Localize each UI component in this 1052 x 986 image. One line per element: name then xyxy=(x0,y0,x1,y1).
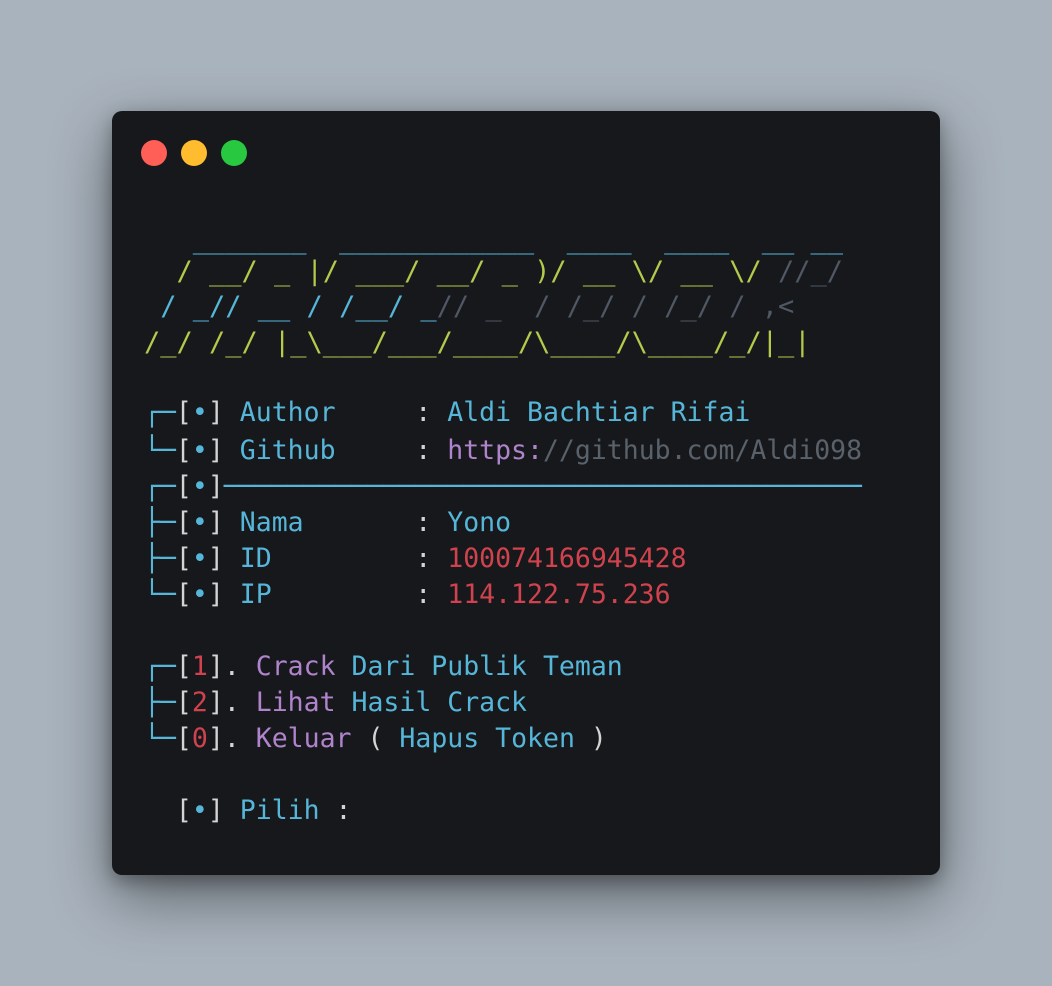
nama-label: Nama xyxy=(239,507,416,538)
separator-line: ──────────────────────────────────────── xyxy=(223,471,863,502)
banner-line-3: / _// __ / /__/ _// _ / /_/ / /_/ / ,< xyxy=(144,291,795,322)
maximize-window-button[interactable] xyxy=(221,140,247,166)
choice-prompt[interactable]: [•] Pilih : xyxy=(144,793,352,829)
separator-row: ┌─[•]───────────────────────────────────… xyxy=(144,471,863,502)
author-row: ┌─[•] Author : Aldi Bachtiar Rifai xyxy=(144,397,751,428)
terminal-window: _______ ____________ ____ ____ __ __ / _… xyxy=(112,111,940,875)
github-row: └─[•] Github : https://github.com/Aldi09… xyxy=(144,435,863,466)
id-label: ID xyxy=(239,543,416,574)
ip-label: IP xyxy=(239,579,416,610)
menu-item-hasil[interactable]: ├─[2]. Lihat Hasil Crack xyxy=(144,685,527,721)
nama-row: ├─[•] Nama : Yono xyxy=(144,507,512,538)
author-value: Aldi Bachtiar Rifai xyxy=(447,397,751,428)
banner-line-2: / __/ _ |/ ___/ __/ _ )/ __ \/ __ \/ //_… xyxy=(144,256,844,287)
menu-number: 1 xyxy=(191,651,208,682)
close-window-button[interactable] xyxy=(141,140,167,166)
author-label: Author xyxy=(239,397,416,428)
menu-number: 0 xyxy=(191,723,208,754)
menu-item-crack[interactable]: ┌─[1]. Crack Dari Publik Teman xyxy=(144,649,623,685)
banner-line-4: /_/ /_/ |_\___/___/____/\____/\____/_/|_… xyxy=(144,327,811,358)
banner-line-1: _______ ____________ ____ ____ __ __ xyxy=(144,224,843,255)
nama-value: Yono xyxy=(447,507,512,538)
github-link: //github.com/Aldi098 xyxy=(542,435,863,466)
menu-item-keluar[interactable]: └─[0]. Keluar ( Hapus Token ) xyxy=(144,721,607,757)
ip-row: └─[•] IP : 114.122.75.236 xyxy=(144,579,671,610)
ip-value: 114.122.75.236 xyxy=(447,579,671,610)
github-label: Github xyxy=(239,435,416,466)
prompt-label: Pilih xyxy=(239,795,320,826)
menu-number: 2 xyxy=(191,687,208,718)
id-row: ├─[•] ID : 100074166945428 xyxy=(144,543,687,574)
id-value: 100074166945428 xyxy=(447,543,687,574)
minimize-window-button[interactable] xyxy=(181,140,207,166)
github-link-scheme: https: xyxy=(447,435,543,466)
